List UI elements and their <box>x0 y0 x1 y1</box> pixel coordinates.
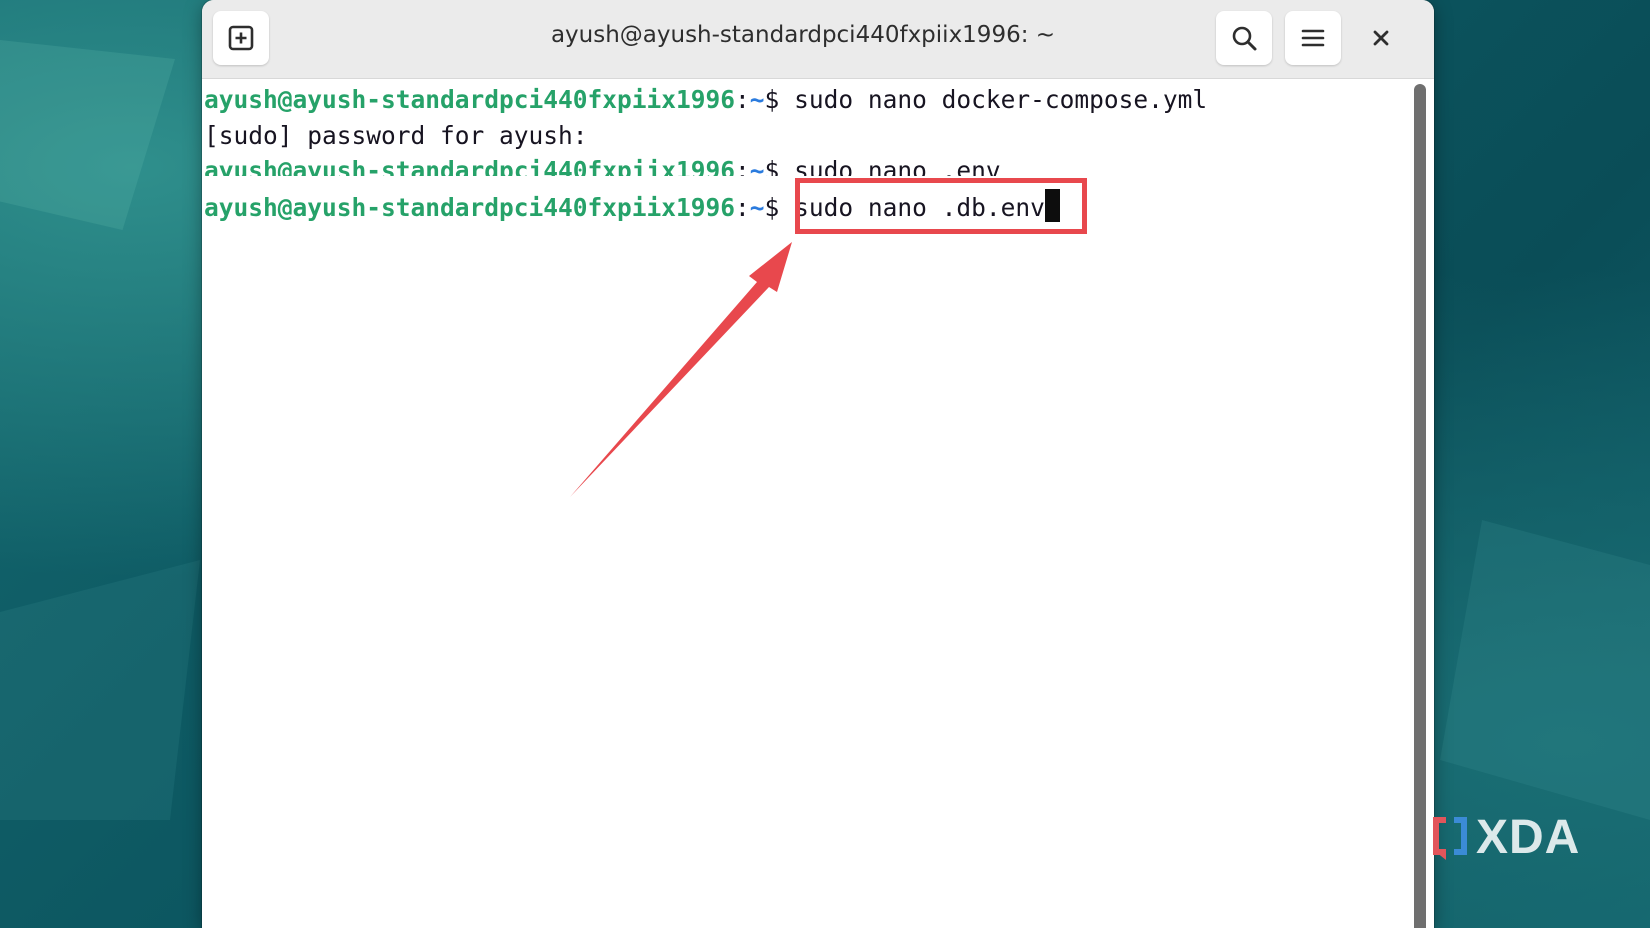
prompt-symbol: $ <box>764 193 780 222</box>
close-button[interactable] <box>1360 17 1402 59</box>
close-icon <box>1373 30 1389 46</box>
wallpaper-facet <box>0 560 200 820</box>
xda-logo: XDA <box>1432 811 1592 866</box>
prompt-path: ~ <box>749 85 765 114</box>
prompt-user: ayush@ayush-standardpci440fxpiix1996 <box>204 85 736 114</box>
watermark-text: XDA <box>1476 811 1581 864</box>
wallpaper-facet <box>1440 520 1650 820</box>
terminal-line: [sudo] password for ayush: <box>204 119 588 153</box>
hamburger-menu-icon <box>1301 29 1325 47</box>
prompt-symbol: $ <box>764 85 780 114</box>
terminal-line: ayush@ayush-standardpci440fxpiix1996:~$ … <box>204 83 1207 117</box>
terminal-command: sudo nano docker-compose.yml <box>794 85 1208 114</box>
wallpaper-facet <box>0 40 175 230</box>
new-tab-icon <box>228 25 254 51</box>
prompt-path: ~ <box>749 156 765 176</box>
terminal-line: ayush@ayush-standardpci440fxpiix1996:~$ … <box>204 154 1001 176</box>
scrollbar[interactable] <box>1414 84 1426 928</box>
prompt-separator: : <box>735 85 750 114</box>
xda-logo-icon <box>1433 817 1467 860</box>
prompt-user: ayush@ayush-standardpci440fxpiix1996 <box>204 193 736 222</box>
terminal-window: ayush@ayush-standardpci440fxpiix1996: ~ … <box>202 0 1434 928</box>
window-title: ayush@ayush-standardpci440fxpiix1996: ~ <box>550 22 1056 48</box>
prompt-separator: : <box>735 193 750 222</box>
prompt-symbol: $ <box>764 156 780 176</box>
terminal-output-text: [sudo] password for ayush: <box>204 121 588 150</box>
terminal-command: sudo nano .env <box>794 156 1001 176</box>
prompt-user: ayush@ayush-standardpci440fxpiix1996 <box>204 156 736 176</box>
prompt-path: ~ <box>749 193 765 222</box>
prompt-separator: : <box>735 156 750 176</box>
highlight-annotation-box <box>795 178 1087 234</box>
window-titlebar: ayush@ayush-standardpci440fxpiix1996: ~ <box>202 0 1434 79</box>
menu-button[interactable] <box>1285 11 1341 65</box>
search-button[interactable] <box>1216 11 1272 65</box>
new-tab-button[interactable] <box>213 11 269 65</box>
search-icon <box>1232 26 1257 51</box>
